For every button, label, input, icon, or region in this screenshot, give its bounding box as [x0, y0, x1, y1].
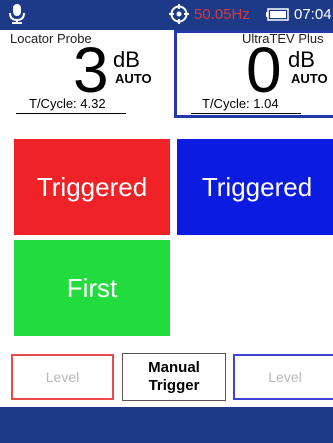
- target-icon: [169, 4, 189, 24]
- manual-trigger-label-line2: Trigger: [148, 377, 200, 394]
- db-value: 3: [73, 34, 109, 106]
- battery-icon: [266, 8, 289, 21]
- ultratev-plus-panel: UltraTEV Plus 0 dB AUTO T/Cycle: 1.04: [174, 30, 333, 118]
- cycle-label: T/Cycle: 4.32: [29, 96, 106, 111]
- bottom-bar: [0, 407, 333, 443]
- db-value: 0: [246, 34, 282, 106]
- locator-probe-panel: Locator Probe 3 dB AUTO T/Cycle: 4.32: [0, 30, 172, 118]
- unit-label: dB: [113, 47, 140, 72]
- mode-label: AUTO: [115, 71, 152, 86]
- first-tile[interactable]: First: [14, 240, 170, 336]
- unit-label: dB: [288, 47, 315, 72]
- cycle-label: T/Cycle: 1.04: [202, 96, 279, 111]
- triggered-tile-red[interactable]: Triggered: [14, 139, 170, 235]
- microphone-icon[interactable]: [8, 3, 26, 25]
- manual-trigger-label-line1: Manual: [148, 359, 200, 376]
- clock: 07:04: [294, 6, 332, 23]
- cycle-underline: [191, 113, 301, 114]
- triggered-tile-blue[interactable]: Triggered: [177, 139, 333, 235]
- cycle-underline: [16, 113, 126, 114]
- manual-trigger-button[interactable]: Manual Trigger: [122, 353, 226, 401]
- level-button-right[interactable]: Level: [233, 354, 333, 400]
- status-bar: 50.05Hz 07:04: [0, 0, 333, 30]
- mode-label: AUTO: [291, 71, 328, 86]
- frequency-readout: 50.05Hz: [194, 6, 250, 23]
- level-button-left[interactable]: Level: [11, 354, 114, 400]
